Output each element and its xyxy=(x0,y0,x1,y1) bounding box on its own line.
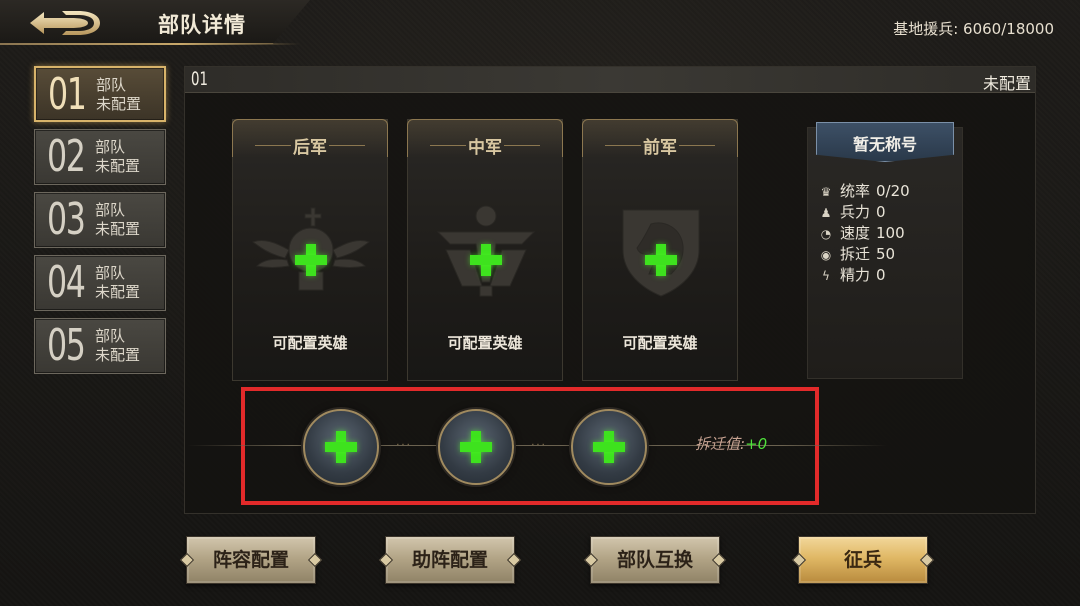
stat-row-troops: ♟ 兵力 0 xyxy=(818,201,886,221)
squad-status: 未配置 xyxy=(95,283,141,301)
stat-label: 速度 xyxy=(840,224,871,242)
stat-label: 统率 xyxy=(840,182,871,200)
recruit-button[interactable]: 征兵 xyxy=(798,536,928,584)
squad-item-05[interactable]: 05 部队 未配置 xyxy=(34,318,166,374)
plus-icon xyxy=(593,431,625,463)
slot-title: 中军 xyxy=(468,138,502,158)
assist-slot-1[interactable] xyxy=(303,409,379,485)
demolish-value-label: 拆迁值: xyxy=(695,435,746,453)
stat-row-demolish: ◉ 拆迁 50 xyxy=(818,243,895,263)
stat-value: 0/20 xyxy=(876,182,910,200)
stat-label: 精力 xyxy=(840,266,871,284)
formation-config-button[interactable]: 阵容配置 xyxy=(186,536,316,584)
stat-value: 100 xyxy=(876,224,905,242)
squad-name: 部队 xyxy=(95,201,126,219)
hero-slot-middle[interactable]: 中军 可配置英雄 xyxy=(407,119,563,381)
back-button[interactable] xyxy=(22,6,114,40)
slot-title: 后军 xyxy=(293,138,327,158)
slot-caption: 可配置英雄 xyxy=(447,334,523,352)
title-badge[interactable]: 暂无称号 xyxy=(816,122,954,162)
base-reserve: 基地援兵: 6060/18000 xyxy=(893,18,1054,39)
hero-slot-front[interactable]: 前军 可配置英雄 xyxy=(582,119,738,381)
squad-number: 02 xyxy=(47,131,86,182)
assist-slot-2[interactable] xyxy=(438,409,514,485)
squad-item-04[interactable]: 04 部队 未配置 xyxy=(34,255,166,311)
demolish-value-number: +0 xyxy=(745,435,768,453)
panel-squad-status: 未配置 xyxy=(982,74,1031,93)
slot-title: 前军 xyxy=(643,138,677,158)
squad-name: 部队 xyxy=(95,264,126,282)
squad-label: 部队 未配置 xyxy=(95,138,140,176)
lightning-icon: ϟ xyxy=(822,269,830,283)
top-bar: 部队详情 基地援兵: 6060/18000 xyxy=(0,0,1080,48)
stat-value: 0 xyxy=(876,203,886,221)
squad-name: 部队 xyxy=(96,76,127,94)
squad-name: 部队 xyxy=(95,138,126,156)
page-title: 部队详情 xyxy=(158,13,246,37)
assist-strip-highlight: ··· ··· 拆迁值:+0 xyxy=(187,387,887,505)
title-badge-text: 暂无称号 xyxy=(852,135,917,154)
stat-row-command: ♛ 统率 0/20 xyxy=(818,180,910,200)
squad-label: 部队 未配置 xyxy=(95,264,140,302)
squad-number: 05 xyxy=(47,320,86,371)
back-arrow-icon xyxy=(30,11,100,35)
squad-label: 部队 未配置 xyxy=(95,327,140,365)
stat-row-speed: ◔ 速度 100 xyxy=(818,222,905,242)
demolish-value: 拆迁值:+0 xyxy=(695,433,767,454)
connector-dots: ··· xyxy=(396,440,412,451)
stat-value: 50 xyxy=(876,245,896,263)
eye-icon: ◉ xyxy=(820,248,832,262)
connector-dots: ··· xyxy=(531,440,547,451)
squad-label: 部队 未配置 xyxy=(95,201,140,239)
squad-number: 01 xyxy=(48,69,87,120)
squad-status: 未配置 xyxy=(95,157,141,175)
squad-label: 部队 未配置 xyxy=(96,76,141,114)
squad-name: 部队 xyxy=(95,327,126,345)
squad-status: 未配置 xyxy=(96,95,142,113)
soldier-icon: ♟ xyxy=(820,206,832,220)
squad-item-03[interactable]: 03 部队 未配置 xyxy=(34,192,166,248)
slot-caption: 可配置英雄 xyxy=(272,334,348,352)
assist-config-button[interactable]: 助阵配置 xyxy=(385,536,515,584)
add-hero-plus-icon[interactable] xyxy=(295,244,327,276)
stat-row-energy: ϟ 精力 0 xyxy=(818,264,886,284)
squad-item-01[interactable]: 01 部队 未配置 xyxy=(34,66,166,122)
crown-icon: ♛ xyxy=(820,185,832,199)
add-hero-plus-icon[interactable] xyxy=(470,244,502,276)
squad-status: 未配置 xyxy=(95,220,141,238)
base-reserve-label: 基地援兵: xyxy=(893,20,959,38)
plus-icon xyxy=(460,431,492,463)
hero-slot-rear[interactable]: 后军 可配置英雄 xyxy=(232,119,388,381)
stat-label: 兵力 xyxy=(840,203,871,221)
squad-detail-panel: 01 未配置 后军 可配置英雄 中军 可配置英雄 前军 可配置英雄 暂无称号 ♛… xyxy=(184,66,1036,514)
squad-item-02[interactable]: 02 部队 未配置 xyxy=(34,129,166,185)
stat-label: 拆迁 xyxy=(840,245,871,263)
header-divider xyxy=(0,43,300,45)
speedometer-icon: ◔ xyxy=(820,227,832,241)
assist-slot-3[interactable] xyxy=(571,409,647,485)
squad-status: 未配置 xyxy=(95,346,141,364)
squad-number: 03 xyxy=(47,194,86,245)
panel-squad-id: 01 xyxy=(191,68,208,90)
stat-value: 0 xyxy=(876,266,886,284)
slot-caption: 可配置英雄 xyxy=(622,334,698,352)
plus-icon xyxy=(325,431,357,463)
base-reserve-value: 6060/18000 xyxy=(963,20,1054,38)
panel-header: 01 未配置 xyxy=(185,67,1035,93)
squad-stats-panel: 暂无称号 ♛ 统率 0/20 ♟ 兵力 0 ◔ 速度 100 ◉ 拆迁 50 ϟ 精力 0 xyxy=(807,122,963,379)
squad-number: 04 xyxy=(47,257,86,308)
squad-swap-button[interactable]: 部队互换 xyxy=(590,536,720,584)
add-hero-plus-icon[interactable] xyxy=(645,244,677,276)
